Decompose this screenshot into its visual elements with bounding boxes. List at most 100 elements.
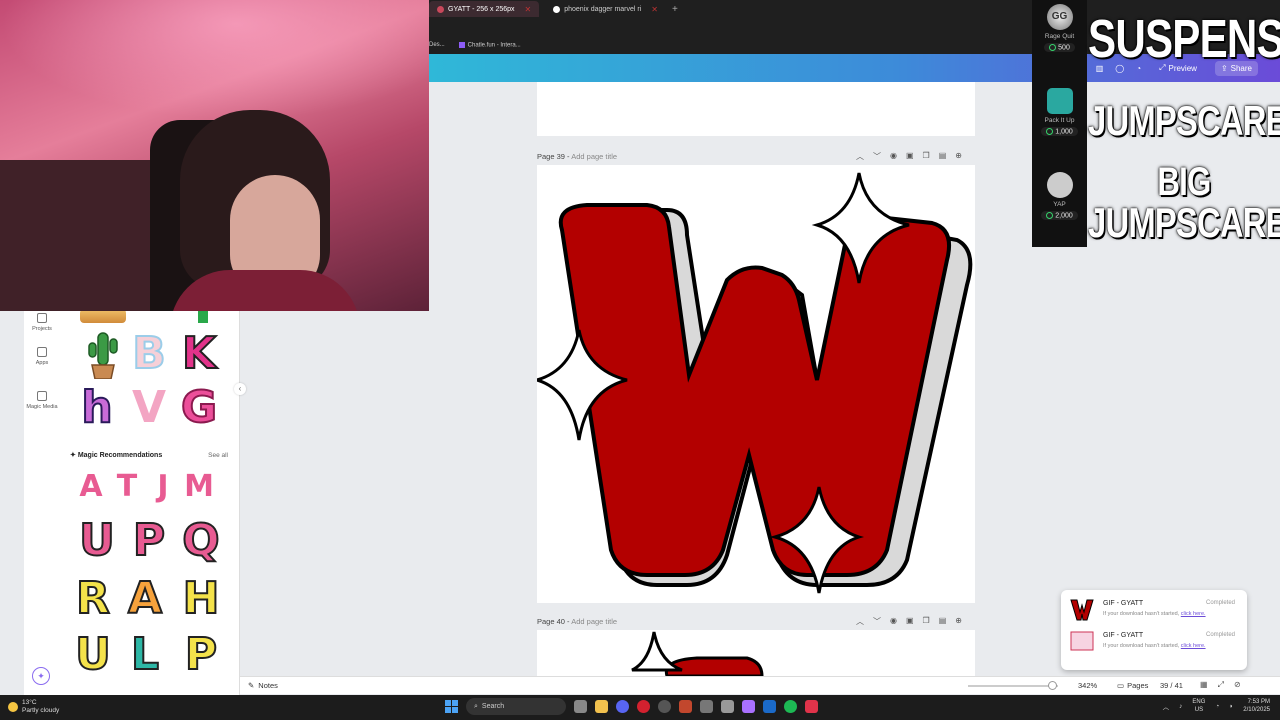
tab-gyatt[interactable]: GYATT - 256 x 256px ✕: [429, 1, 540, 17]
cactus-sticker[interactable]: [80, 329, 126, 380]
letter-sticker[interactable]: K: [176, 328, 222, 380]
eye-icon[interactable]: ◉: [890, 151, 897, 162]
letter-sticker[interactable]: J: [148, 470, 178, 504]
mic-icon[interactable]: ♪: [1179, 703, 1182, 710]
bookmark-item[interactable]: Chatle.fun - Intera...: [458, 41, 521, 48]
duplicate-icon[interactable]: ❐: [923, 151, 930, 162]
bookmark-item[interactable]: Des...: [429, 42, 445, 48]
close-tab-icon[interactable]: ✕: [525, 5, 532, 14]
magic-assistant-button[interactable]: ✦: [32, 667, 50, 685]
obs-icon[interactable]: [658, 700, 671, 713]
new-tab-icon[interactable]: +: [672, 4, 678, 15]
steam-icon[interactable]: [763, 700, 776, 713]
help-icon[interactable]: ⊘: [1234, 680, 1241, 690]
trash-icon[interactable]: ▤: [939, 616, 947, 627]
bookmark-icon: [458, 41, 465, 48]
app-icon[interactable]: [679, 700, 692, 713]
rail-projects[interactable]: Projects: [24, 313, 60, 332]
letter-sticker[interactable]: M: [184, 470, 214, 504]
collapse-panel-button[interactable]: ‹: [234, 383, 246, 395]
letter-sticker[interactable]: Q: [178, 516, 224, 567]
settings-icon[interactable]: [721, 700, 734, 713]
opera-icon[interactable]: [637, 700, 650, 713]
download-item[interactable]: GIF - GYATT Completed If your download h…: [1067, 626, 1243, 656]
page-40-canvas[interactable]: [537, 630, 975, 676]
letter-sticker[interactable]: U: [70, 629, 116, 681]
cactus-icon: [88, 332, 118, 380]
volume-icon[interactable]: ◗: [1229, 703, 1233, 710]
letter-w-graphic[interactable]: [537, 165, 975, 603]
lang-code: ENG: [1192, 699, 1206, 705]
windows-start-icon[interactable]: [445, 700, 458, 713]
letter-sticker[interactable]: h: [74, 382, 120, 434]
zoom-slider-handle[interactable]: [1048, 681, 1057, 690]
pages-button[interactable]: ▭ Pages: [1117, 681, 1148, 690]
letter-sticker[interactable]: [130, 309, 176, 323]
rail-magic-media[interactable]: Magic Media: [24, 391, 60, 410]
letter-sticker[interactable]: U: [74, 516, 120, 567]
letter-sticker[interactable]: R: [70, 573, 116, 625]
duplicate-icon[interactable]: ❐: [923, 616, 930, 627]
weather-widget[interactable]: 13°C Partly cloudy: [8, 699, 59, 715]
close-tab-icon[interactable]: ✕: [651, 5, 658, 14]
letter-sticker[interactable]: P: [126, 516, 172, 567]
page-label-39[interactable]: Page 39 - Add page title: [537, 152, 617, 161]
letter-sticker[interactable]: [180, 309, 226, 323]
see-all-link[interactable]: See all: [208, 452, 228, 459]
download-link[interactable]: click here.: [1181, 611, 1206, 617]
letter-sticker[interactable]: A: [122, 573, 168, 625]
trash-icon[interactable]: ▤: [939, 151, 947, 162]
letter-sticker[interactable]: H: [178, 573, 224, 625]
app-icon[interactable]: [742, 700, 755, 713]
zoom-slider[interactable]: [968, 685, 1058, 687]
overlay-suspense: SUSPENSE: [1088, 9, 1280, 69]
fullscreen-icon[interactable]: ⤢: [1218, 680, 1224, 690]
chevron-up-icon[interactable]: ︿: [856, 616, 864, 627]
page-title-placeholder[interactable]: Add page title: [571, 152, 617, 161]
language-indicator[interactable]: ENG US: [1192, 698, 1205, 714]
app-icon[interactable]: [700, 700, 713, 713]
cactus-top-icon: [198, 309, 208, 323]
lock-icon[interactable]: ▣: [906, 151, 914, 162]
page-38-canvas[interactable]: [537, 82, 975, 136]
add-page-icon[interactable]: ⊕: [955, 151, 962, 162]
letter-sticker[interactable]: T: [112, 470, 142, 504]
spotify-icon[interactable]: [784, 700, 797, 713]
page-title-placeholder[interactable]: Add page title: [571, 617, 617, 626]
app-icon[interactable]: [805, 700, 818, 713]
notes-button[interactable]: ✎ Notes: [248, 681, 278, 690]
clock[interactable]: 7:53 PM 2/10/2025: [1243, 698, 1270, 714]
alert-cost: 2,000: [1041, 211, 1078, 221]
search-icon: ⌕: [474, 702, 478, 710]
tray-chevron-icon[interactable]: ︿: [1163, 701, 1170, 711]
download-item[interactable]: GIF - GYATT Completed If your download h…: [1067, 594, 1243, 624]
apps-icon: [37, 347, 47, 357]
task-view-icon[interactable]: [574, 700, 587, 713]
add-page-icon[interactable]: ⊕: [955, 616, 962, 627]
discord-icon[interactable]: [616, 700, 629, 713]
letter-sticker[interactable]: A: [76, 470, 106, 504]
lock-icon[interactable]: ▣: [906, 616, 914, 627]
download-link[interactable]: click here.: [1181, 643, 1206, 649]
tab-phoenix[interactable]: phoenix dagger marvel ri ✕: [545, 1, 666, 17]
eye-icon[interactable]: ◉: [890, 616, 897, 627]
letter-sticker[interactable]: P: [178, 629, 224, 681]
letter-sticker[interactable]: [80, 309, 126, 323]
chevron-down-icon[interactable]: ﹀: [873, 151, 881, 162]
taskbar-apps: ⌕ Search: [445, 698, 818, 715]
gif-thumbnail-icon: [1070, 631, 1094, 651]
chevron-up-icon[interactable]: ︿: [856, 151, 864, 162]
letter-sticker[interactable]: V: [126, 383, 172, 433]
zoom-level[interactable]: 342%: [1078, 681, 1097, 690]
letter-sticker[interactable]: G: [176, 382, 222, 434]
rail-apps[interactable]: Apps: [24, 347, 60, 366]
chevron-down-icon[interactable]: ﹀: [873, 616, 881, 627]
taskbar-search[interactable]: ⌕ Search: [466, 698, 566, 715]
page-label-40[interactable]: Page 40 - Add page title: [537, 617, 617, 626]
grid-view-icon[interactable]: ▦: [1200, 680, 1208, 690]
wifi-icon[interactable]: ◔: [1215, 703, 1219, 710]
letter-sticker[interactable]: L: [122, 629, 168, 681]
letter-sticker[interactable]: B: [126, 328, 172, 380]
file-explorer-icon[interactable]: [595, 700, 608, 713]
page-39-canvas[interactable]: [537, 165, 975, 603]
